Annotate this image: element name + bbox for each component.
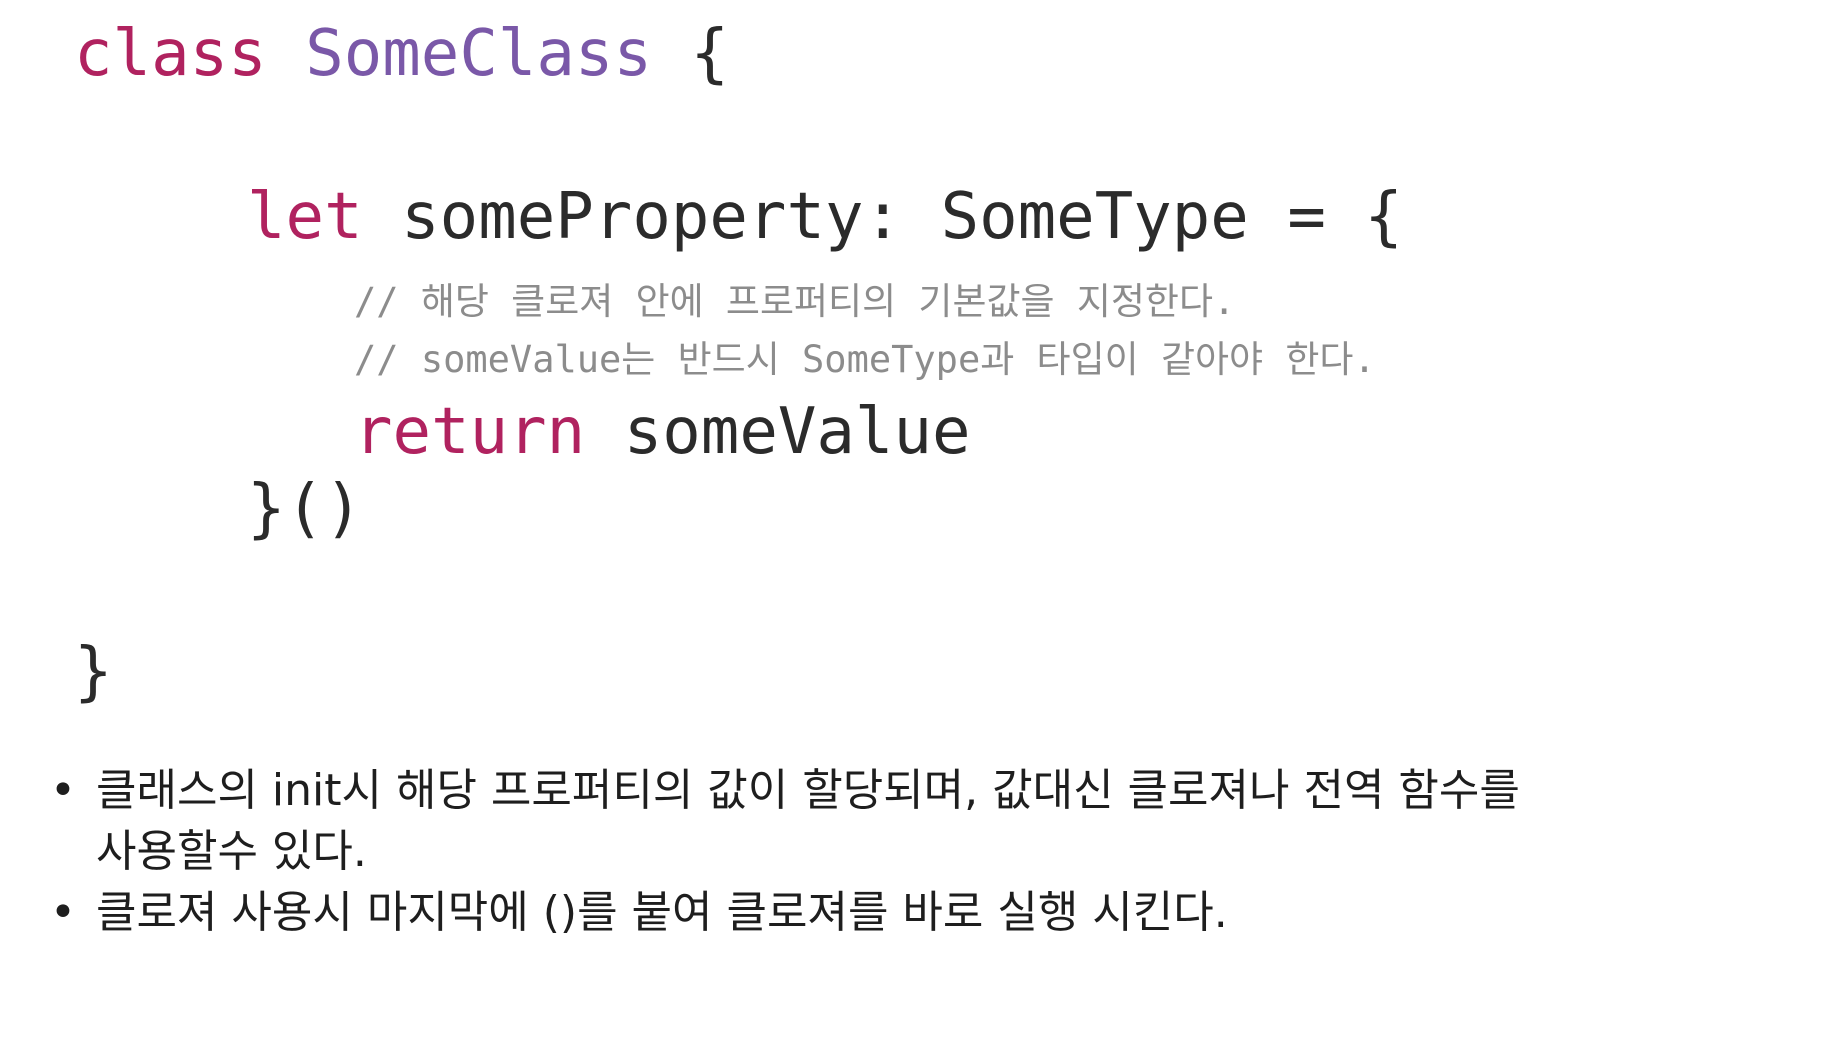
bullet-icon: •	[50, 887, 76, 938]
code-line-return: return someValue	[354, 400, 971, 464]
note-1-line-1: 클래스의 init시 해당 프로퍼티의 값이 할당되며, 값대신 클로져나 전역…	[96, 765, 1520, 816]
note-1-line-2: 사용할수 있다.	[96, 826, 367, 877]
open-brace: {	[690, 17, 730, 91]
note-item-2: • 클로져 사용시 마지막에 ()를 붙여 클로져를 바로 실행 시킨다.	[50, 882, 1790, 943]
keyword-class: class	[74, 17, 267, 91]
bullet-icon: •	[50, 765, 76, 816]
code-comment-1: // 해당 클로져 안에 프로퍼티의 기본값을 지정한다.	[354, 280, 1236, 323]
note-2-line-1: 클로져 사용시 마지막에 ()를 붙여 클로져를 바로 실행 시킨다.	[96, 887, 1228, 938]
code-line-close-brace: }	[74, 635, 113, 709]
code-line-property-declaration: let someProperty: SomeType = {	[247, 185, 1403, 249]
notes-list: • 클래스의 init시 해당 프로퍼티의 값이 할당되며, 값대신 클로져나 …	[50, 760, 1790, 943]
code-line-class-declaration: class SomeClass {	[74, 22, 729, 86]
code-comment-2: // someValue는 반드시 SomeType과 타입이 같아야 한다.	[354, 338, 1376, 381]
property-declaration-text: someProperty: SomeType = {	[401, 180, 1403, 254]
type-name: SomeClass	[305, 17, 652, 91]
note-item-1: • 클래스의 init시 해당 프로퍼티의 값이 할당되며, 값대신 클로져나 …	[50, 760, 1790, 882]
slide: class SomeClass { let someProperty: Some…	[0, 0, 1832, 1058]
code-line-closure-call: }()	[247, 472, 363, 546]
keyword-let: let	[247, 180, 363, 254]
return-value: someValue	[623, 395, 971, 469]
keyword-return: return	[354, 395, 586, 469]
